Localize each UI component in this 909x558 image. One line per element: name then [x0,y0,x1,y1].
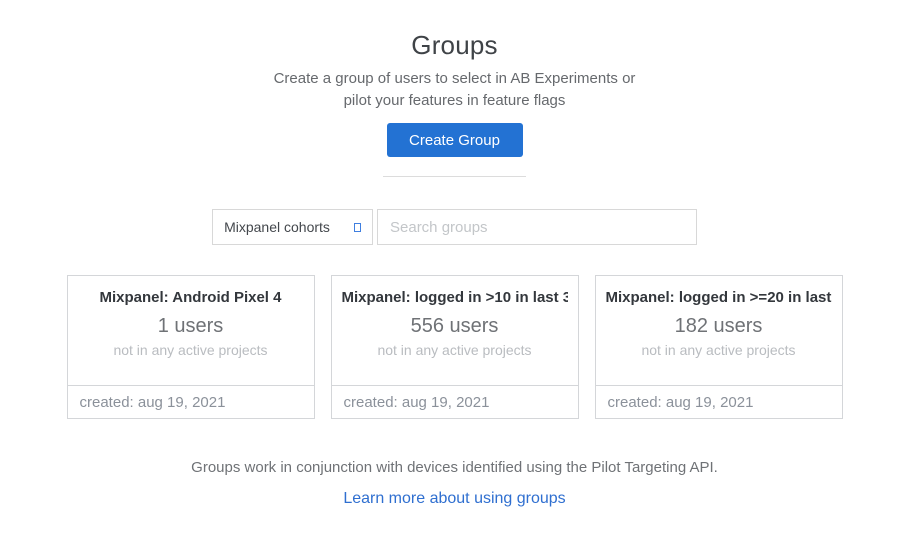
group-card-users-count: 1 users [78,315,304,338]
group-card-users-count: 556 users [342,315,568,338]
cohort-dropdown-value: Mixpanel cohorts [224,219,330,235]
page-subtitle: Create a group of users to select in AB … [274,68,636,112]
group-card[interactable]: Mixpanel: logged in >10 in last 30 ... 5… [331,275,579,419]
group-card-status: not in any active projects [78,342,304,358]
footer-note: Groups work in conjunction with devices … [191,459,718,476]
groups-page: Groups Create a group of users to select… [0,0,909,558]
cohort-source-dropdown[interactable]: Mixpanel cohorts [212,209,373,245]
search-groups-input[interactable] [377,209,697,245]
group-card-status: not in any active projects [342,342,568,358]
dropdown-indicator-icon [354,223,361,232]
group-card-body: Mixpanel: Android Pixel 4 1 users not in… [68,276,314,385]
subtitle-line-1: Create a group of users to select in AB … [274,70,636,87]
group-card-body: Mixpanel: logged in >=20 in last 30... 1… [596,276,842,385]
group-card[interactable]: Mixpanel: Android Pixel 4 1 users not in… [67,275,315,419]
group-card[interactable]: Mixpanel: logged in >=20 in last 30... 1… [595,275,843,419]
group-card-title: Mixpanel: logged in >10 in last 30 ... [342,289,568,306]
controls-row: Mixpanel cohorts [212,209,697,245]
group-card-status: not in any active projects [606,342,832,358]
learn-more-link[interactable]: Learn more about using groups [343,490,565,508]
group-card-title: Mixpanel: logged in >=20 in last 30... [606,289,832,306]
create-group-button[interactable]: Create Group [387,123,523,157]
header-divider [383,176,526,177]
group-card-created: created: aug 19, 2021 [332,385,578,418]
group-card-created: created: aug 19, 2021 [596,385,842,418]
group-card-users-count: 182 users [606,315,832,338]
group-cards-row: Mixpanel: Android Pixel 4 1 users not in… [67,275,843,419]
subtitle-line-2: pilot your features in feature flags [344,92,566,109]
group-card-created: created: aug 19, 2021 [68,385,314,418]
page-title: Groups [411,30,497,61]
group-card-title: Mixpanel: Android Pixel 4 [78,289,304,306]
group-card-body: Mixpanel: logged in >10 in last 30 ... 5… [332,276,578,385]
